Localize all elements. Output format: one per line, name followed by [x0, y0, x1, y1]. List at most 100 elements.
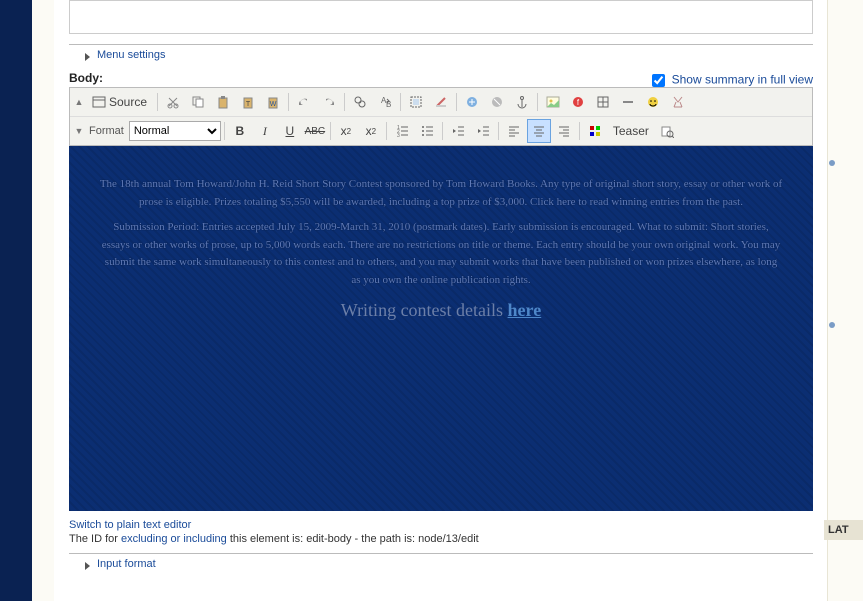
fieldset-menu-settings[interactable]: Menu settings	[69, 44, 813, 65]
toolbar-row-2: ▼ Format Normal B I U ABC x2 x2 123	[70, 117, 812, 145]
undo-button[interactable]	[292, 90, 316, 114]
separator	[330, 122, 331, 140]
removeformat-button[interactable]	[429, 90, 453, 114]
selectall-button[interactable]	[404, 90, 428, 114]
indent-icon	[476, 124, 490, 138]
paste-text-button[interactable]: T	[236, 90, 260, 114]
format-select[interactable]: Normal	[129, 121, 221, 141]
align-left-button[interactable]	[502, 119, 526, 143]
selectall-icon	[409, 95, 423, 109]
summary-textarea[interactable]	[69, 0, 813, 34]
separator	[386, 122, 387, 140]
strike-button[interactable]: ABC	[303, 119, 327, 143]
bold-button[interactable]: B	[228, 119, 252, 143]
align-center-button[interactable]	[527, 119, 551, 143]
sidebar-bullet	[829, 322, 835, 328]
element-id-line: The ID for excluding or including this e…	[69, 533, 813, 545]
paste-icon	[216, 95, 230, 109]
show-summary-toggle[interactable]: Show summary in full view	[648, 71, 813, 90]
idline-suffix: this element is: edit-body - the path is…	[227, 533, 479, 545]
preview-icon	[660, 124, 674, 138]
details-text: Writing contest details	[341, 300, 508, 320]
anchor-icon	[515, 95, 529, 109]
copy-button[interactable]	[186, 90, 210, 114]
separator	[224, 122, 225, 140]
teaser-color-button[interactable]	[583, 119, 607, 143]
align-right-button[interactable]	[552, 119, 576, 143]
sidebar-bullet	[829, 160, 835, 166]
toolbar-collapse-icon[interactable]: ▲	[74, 97, 84, 107]
hr-button[interactable]	[616, 90, 640, 114]
specialchar-button[interactable]	[666, 90, 690, 114]
source-label: Source	[109, 95, 147, 109]
toolbar-row-1: ▲ Source T W	[70, 88, 812, 117]
separator	[498, 122, 499, 140]
details-here-link[interactable]: here	[508, 300, 542, 320]
find-icon	[353, 95, 367, 109]
image-icon	[546, 95, 560, 109]
excluding-including-link[interactable]: excluding or including	[121, 533, 227, 545]
smiley-button[interactable]	[641, 90, 665, 114]
replace-icon: AB	[378, 95, 392, 109]
paste-word-icon: W	[266, 95, 280, 109]
paste-text-icon: T	[241, 95, 255, 109]
flash-button[interactable]: f	[566, 90, 590, 114]
show-summary-checkbox[interactable]	[652, 74, 665, 87]
body-field-header: Body: Show summary in full view	[69, 71, 813, 85]
undo-icon	[297, 95, 311, 109]
image-button[interactable]	[541, 90, 565, 114]
align-right-icon	[557, 124, 571, 138]
ol-icon: 123	[395, 124, 409, 138]
paste-word-button[interactable]: W	[261, 90, 285, 114]
table-icon	[596, 95, 610, 109]
ol-button[interactable]: 123	[390, 119, 414, 143]
input-format-link[interactable]: Input format	[97, 558, 156, 570]
teaser-button[interactable]: Teaser	[608, 119, 654, 143]
indent-button[interactable]	[471, 119, 495, 143]
main-content: Menu settings Body: Show summary in full…	[54, 0, 828, 601]
separator	[456, 93, 457, 111]
svg-text:W: W	[270, 101, 277, 108]
format-label: Format	[85, 125, 128, 137]
teaser-label: Teaser	[613, 124, 649, 138]
align-left-icon	[507, 124, 521, 138]
cut-button[interactable]	[161, 90, 185, 114]
editor-paragraph-3: Writing contest details here	[79, 296, 803, 325]
unlink-icon	[490, 95, 504, 109]
latest-heading: LAT	[824, 520, 863, 540]
outdent-icon	[451, 124, 465, 138]
fieldset-input-format[interactable]: Input format	[69, 553, 813, 574]
paste-button[interactable]	[211, 90, 235, 114]
separator	[400, 93, 401, 111]
editor-paragraph-1: The 18th annual Tom Howard/John H. Reid …	[99, 176, 783, 211]
italic-button[interactable]: I	[253, 119, 277, 143]
separator	[537, 93, 538, 111]
find-button[interactable]	[348, 90, 372, 114]
outdent-button[interactable]	[446, 119, 470, 143]
link-button[interactable]	[460, 90, 484, 114]
toolbar-expand-icon[interactable]: ▼	[74, 126, 84, 136]
svg-text:T: T	[246, 101, 251, 108]
table-button[interactable]	[591, 90, 615, 114]
superscript-button[interactable]: x2	[359, 119, 383, 143]
switch-plain-text-link[interactable]: Switch to plain text editor	[69, 519, 191, 531]
editor-content-area[interactable]: The 18th annual Tom Howard/John H. Reid …	[69, 146, 813, 511]
anchor-button[interactable]	[510, 90, 534, 114]
smiley-icon	[646, 95, 660, 109]
preview-button[interactable]	[655, 119, 679, 143]
show-summary-label: Show summary in full view	[672, 73, 813, 87]
flash-icon: f	[571, 95, 585, 109]
subscript-button[interactable]: x2	[334, 119, 358, 143]
replace-button[interactable]: AB	[373, 90, 397, 114]
ul-button[interactable]	[415, 119, 439, 143]
editor-paragraph-2: Submission Period: Entries accepted July…	[99, 219, 783, 289]
menu-settings-link[interactable]: Menu settings	[97, 49, 165, 61]
teaser-color-icon	[588, 124, 602, 138]
redo-icon	[322, 95, 336, 109]
left-gutter-light	[32, 0, 54, 601]
redo-button[interactable]	[317, 90, 341, 114]
underline-button[interactable]: U	[278, 119, 302, 143]
source-button[interactable]: Source	[85, 90, 154, 114]
left-gutter-dark	[0, 0, 32, 601]
unlink-button[interactable]	[485, 90, 509, 114]
